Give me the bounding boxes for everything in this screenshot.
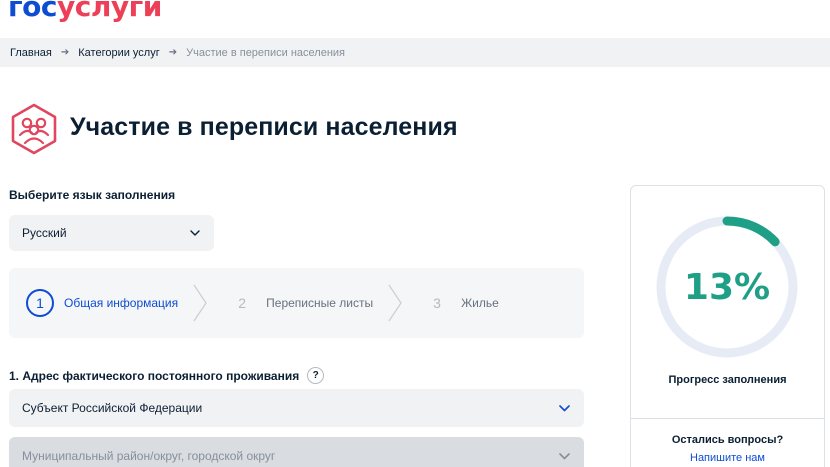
questions-title: Остались вопросы? xyxy=(671,434,784,446)
progress-ring: 13% xyxy=(654,214,800,360)
breadcrumb-arrow-icon: ➔ xyxy=(168,47,178,58)
progress-card: 13% Прогресс заполнения Остались вопросы… xyxy=(630,185,825,467)
municipal-district-placeholder: Муниципальный район/округ, городской окр… xyxy=(22,449,276,463)
card-divider xyxy=(631,418,824,419)
chevron-down-icon xyxy=(559,404,570,411)
address-section-label: 1. Адрес фактического постоянного прожив… xyxy=(9,367,325,384)
step-number: 3 xyxy=(433,295,441,311)
step-separator-icon xyxy=(388,284,402,322)
chevron-down-icon xyxy=(190,230,200,236)
municipal-district-select[interactable]: Муниципальный район/округ, городской окр… xyxy=(9,437,584,467)
form-steps: 1 Общая информация 2 Переписные листы 3 … xyxy=(9,268,584,338)
chevron-down-icon xyxy=(559,452,570,459)
step-label: Жилье xyxy=(461,296,499,310)
language-select-value: Русский xyxy=(22,226,67,240)
page-title: Участие в переписи населения xyxy=(70,113,458,141)
breadcrumb-categories-link[interactable]: Категории услуг xyxy=(78,47,159,59)
step-label: Общая информация xyxy=(64,296,179,310)
step-number: 2 xyxy=(238,295,247,311)
language-select[interactable]: Русский xyxy=(9,215,214,251)
region-select[interactable]: Субъект Российской Федерации xyxy=(9,389,584,427)
region-select-placeholder: Субъект Российской Федерации xyxy=(22,401,203,415)
step-separator-icon xyxy=(193,284,207,322)
address-section-title: 1. Адрес фактического постоянного прожив… xyxy=(9,368,300,383)
gosuslugi-logo[interactable]: госуслуги xyxy=(8,0,162,23)
step-housing[interactable]: 3 Жилье xyxy=(423,289,499,317)
breadcrumb-arrow-icon: ➔ xyxy=(60,47,70,58)
logo-part-uslugi: услуги xyxy=(56,0,162,23)
write-us-link[interactable]: Напишите нам xyxy=(631,452,824,464)
progress-caption: Прогресс заполнения xyxy=(668,374,787,386)
breadcrumb-current: Участие в переписи населения xyxy=(186,46,346,59)
progress-percent: 13% xyxy=(683,266,771,308)
step-census-sheets[interactable]: 2 Переписные листы xyxy=(228,289,373,317)
logo-part-gos: гос xyxy=(8,0,57,23)
step-number: 1 xyxy=(26,289,54,317)
step-general-info[interactable]: 1 Общая информация xyxy=(26,289,178,317)
census-people-icon xyxy=(11,103,57,155)
help-question-icon[interactable]: ? xyxy=(307,367,325,384)
breadcrumb-home-link[interactable]: Главная xyxy=(10,47,52,59)
step-label: Переписные листы xyxy=(266,296,374,310)
breadcrumb: Главная ➔ Категории услуг ➔ Участие в пе… xyxy=(0,38,830,67)
language-label: Выберите язык заполнения xyxy=(9,188,176,202)
